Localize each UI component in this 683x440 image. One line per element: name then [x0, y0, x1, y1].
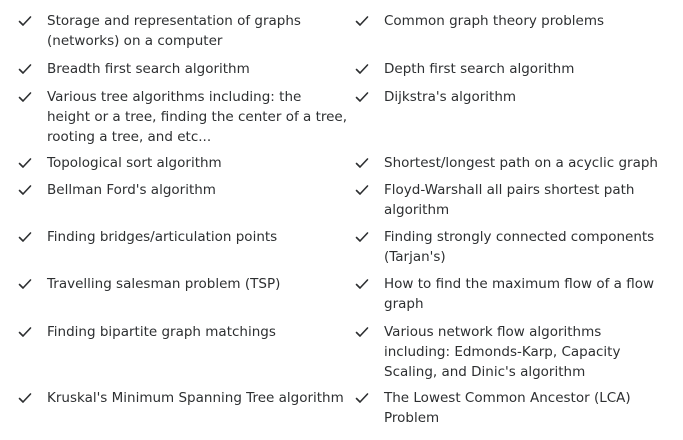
- list-item: Various tree algorithms including: the h…: [18, 87, 347, 147]
- check-icon: [355, 92, 369, 102]
- list-item: How to find the maximum flow of a flow g…: [355, 274, 669, 314]
- list-item: Floyd-Warshall all pairs shortest path a…: [355, 180, 669, 220]
- list-item-label: Dijkstra's algorithm: [384, 89, 517, 105]
- check-icon: [355, 327, 369, 337]
- check-icon: [18, 327, 32, 337]
- list-item: Breadth first search algorithm: [18, 59, 347, 79]
- list-item-label: Various tree algorithms including: the h…: [47, 89, 348, 145]
- check-icon: [355, 279, 369, 289]
- list-item: Storage and representation of graphs (ne…: [18, 11, 347, 51]
- list-item-label: Finding strongly connected components (T…: [384, 229, 655, 265]
- check-icon: [18, 232, 32, 242]
- list-item: Travelling salesman problem (TSP): [18, 274, 347, 294]
- list-item-label: Kruskal's Minimum Spanning Tree algorith…: [47, 390, 344, 406]
- list-item-label: Floyd-Warshall all pairs shortest path a…: [384, 182, 635, 218]
- list-item-label: Various network flow algorithms includin…: [384, 324, 621, 380]
- list-item-label: Common graph theory problems: [384, 13, 605, 29]
- list-item-label: Storage and representation of graphs (ne…: [47, 13, 301, 49]
- list-item: Common graph theory problems: [355, 11, 669, 31]
- list-item: Depth first search algorithm: [355, 59, 669, 79]
- check-icon: [18, 92, 32, 102]
- list-item-label: Breadth first search algorithm: [47, 61, 250, 77]
- list-item: Finding strongly connected components (T…: [355, 227, 669, 267]
- check-icon: [18, 16, 32, 26]
- list-item-label: Finding bridges/articulation points: [47, 229, 278, 245]
- check-icon: [355, 185, 369, 195]
- check-icon: [18, 393, 32, 403]
- list-item: Finding bipartite graph matchings: [18, 322, 347, 342]
- check-icon: [18, 158, 32, 168]
- check-icon: [355, 232, 369, 242]
- check-icon: [355, 158, 369, 168]
- check-icon: [18, 185, 32, 195]
- list-item-label: The Lowest Common Ancestor (LCA) Problem: [384, 390, 631, 426]
- list-item-label: Topological sort algorithm: [47, 155, 222, 171]
- list-item: The Lowest Common Ancestor (LCA) Problem: [355, 388, 669, 428]
- check-icon: [355, 64, 369, 74]
- list-item: Finding bridges/articulation points: [18, 227, 347, 247]
- list-item-label: Finding bipartite graph matchings: [47, 324, 276, 340]
- list-item: Kruskal's Minimum Spanning Tree algorith…: [18, 388, 347, 408]
- list-item: Bellman Ford's algorithm: [18, 180, 347, 200]
- check-icon: [355, 16, 369, 26]
- list-item: Topological sort algorithm: [18, 153, 347, 173]
- check-icon: [18, 279, 32, 289]
- list-item-label: Bellman Ford's algorithm: [47, 182, 216, 198]
- list-item: Various network flow algorithms includin…: [355, 322, 669, 382]
- list-item-label: Depth first search algorithm: [384, 61, 575, 77]
- list-item-label: How to find the maximum flow of a flow g…: [384, 276, 655, 312]
- list-item-label: Shortest/longest path on a acyclic graph: [384, 155, 658, 171]
- check-icon: [355, 393, 369, 403]
- list-item: Dijkstra's algorithm: [355, 87, 669, 107]
- check-icon: [18, 64, 32, 74]
- list-item-label: Travelling salesman problem (TSP): [47, 276, 281, 292]
- list-item: Shortest/longest path on a acyclic graph: [355, 153, 669, 173]
